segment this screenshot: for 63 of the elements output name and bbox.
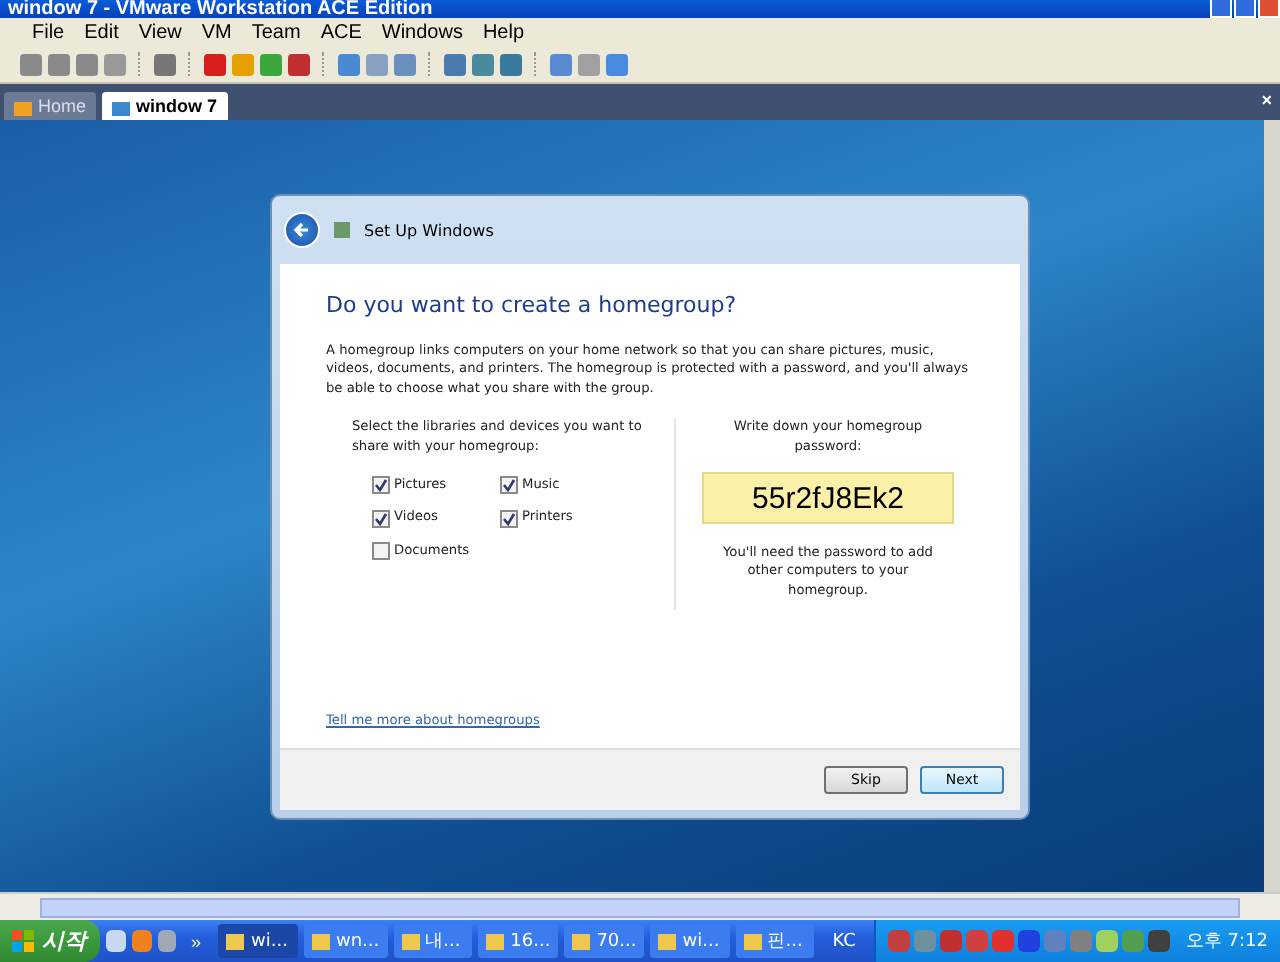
folder-icon [311, 932, 330, 950]
house-icon [14, 97, 32, 115]
menu-item[interactable]: VM [193, 21, 240, 43]
dialog-heading: Do you want to create a homegroup? [326, 292, 739, 318]
start-button[interactable]: 시작 [0, 920, 100, 962]
toolbar-icon[interactable] [154, 53, 176, 75]
folder-icon [658, 932, 677, 950]
toolbar-icon[interactable] [204, 53, 226, 75]
password-display: 55r2fJ8Ek2 [702, 472, 954, 525]
taskbar-button[interactable]: 내... [393, 924, 473, 958]
more-chevron[interactable]: » [190, 931, 201, 951]
maximize-button[interactable] [1234, 0, 1256, 18]
taskbar-button[interactable]: 핀... [735, 924, 815, 958]
folder-icon [401, 932, 420, 950]
menu-item[interactable]: Help [474, 21, 533, 43]
tab[interactable]: window 7 [102, 92, 228, 120]
toolbar-icon[interactable] [260, 53, 282, 75]
toolbar-icon[interactable] [444, 53, 466, 75]
toolbar-icon[interactable] [606, 53, 628, 75]
back-arrow-icon [292, 220, 312, 240]
language-indicator[interactable]: KC [832, 931, 856, 951]
menu-item[interactable]: ACE [312, 21, 370, 43]
clock: 오후 7:12 [1185, 930, 1269, 954]
computer-icon [112, 97, 131, 115]
folder-icon [486, 932, 505, 950]
close-button[interactable] [1258, 0, 1280, 18]
menu-item[interactable]: Team [243, 21, 309, 43]
folder-icon [226, 932, 245, 950]
checkbox[interactable] [372, 476, 390, 495]
toolbar-icon[interactable] [288, 53, 310, 75]
toolbar-icon[interactable] [366, 53, 388, 75]
toolbar-icon[interactable] [20, 53, 42, 75]
windows-logo-icon [12, 930, 34, 952]
toolbar-icon[interactable] [578, 53, 600, 75]
checkbox[interactable] [372, 509, 390, 528]
menu-item[interactable]: File [24, 21, 73, 43]
dialog-title: Set Up Windows [364, 221, 494, 239]
folder-icon [572, 932, 591, 950]
menu-item[interactable]: Windows [373, 21, 471, 43]
toolbar-icon[interactable] [394, 53, 416, 75]
window-title: window 7 - VMware Workstation ACE Edition [8, 0, 433, 18]
checkbox[interactable] [372, 542, 390, 561]
minimize-button[interactable] [1210, 0, 1232, 18]
toolbar-icon[interactable] [500, 53, 522, 75]
taskbar-button[interactable]: wi... [650, 924, 730, 958]
checkbox[interactable] [500, 509, 518, 528]
taskbar-button[interactable]: wn... [303, 924, 388, 958]
taskbar-button[interactable]: 70... [564, 924, 645, 958]
horizontal-scrollbar[interactable] [0, 892, 1280, 920]
toolbar-icon[interactable] [104, 53, 126, 75]
taskbar-button[interactable]: 16... [478, 924, 559, 958]
toolbar-icon[interactable] [76, 53, 98, 75]
menu-item[interactable]: View [130, 21, 190, 43]
folder-icon [743, 932, 762, 950]
back-button[interactable] [284, 212, 320, 248]
checkbox[interactable] [500, 476, 518, 495]
toolbar-icon[interactable] [338, 53, 360, 75]
toolbar-icon[interactable] [472, 53, 494, 75]
taskbar-button[interactable]: wi... [218, 924, 298, 958]
toolbar-icon[interactable] [550, 53, 572, 75]
close-tab-icon[interactable]: × [1253, 89, 1280, 115]
toolbar-icon[interactable] [48, 53, 70, 75]
menu-item[interactable]: Edit [76, 21, 127, 43]
